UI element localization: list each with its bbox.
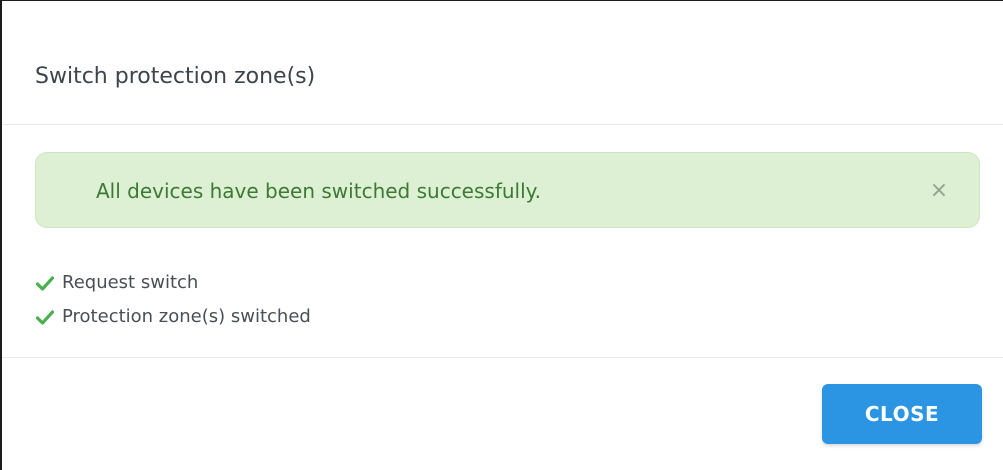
step-list: Request switch Protection zone(s) switch… xyxy=(36,266,311,334)
checkmark-icon xyxy=(36,273,56,293)
step-label: Request switch xyxy=(62,272,199,293)
switch-protection-zone-dialog: Switch protection zone(s) All devices ha… xyxy=(0,0,1003,470)
step-item-request-switch: Request switch xyxy=(36,266,311,300)
alert-close-icon[interactable]: × xyxy=(929,179,949,203)
dialog-body: All devices have been switched successfu… xyxy=(2,125,1003,358)
step-label: Protection zone(s) switched xyxy=(62,306,311,327)
dialog-footer: CLOSE xyxy=(2,358,1003,468)
checkmark-icon xyxy=(36,307,56,327)
dialog-header: Switch protection zone(s) xyxy=(2,1,1003,125)
success-alert: All devices have been switched successfu… xyxy=(35,152,980,228)
step-item-protection-zone-switched: Protection zone(s) switched xyxy=(36,300,311,334)
alert-message: All devices have been switched successfu… xyxy=(96,179,541,203)
dialog-title: Switch protection zone(s) xyxy=(35,64,316,89)
close-button[interactable]: CLOSE xyxy=(822,384,982,444)
